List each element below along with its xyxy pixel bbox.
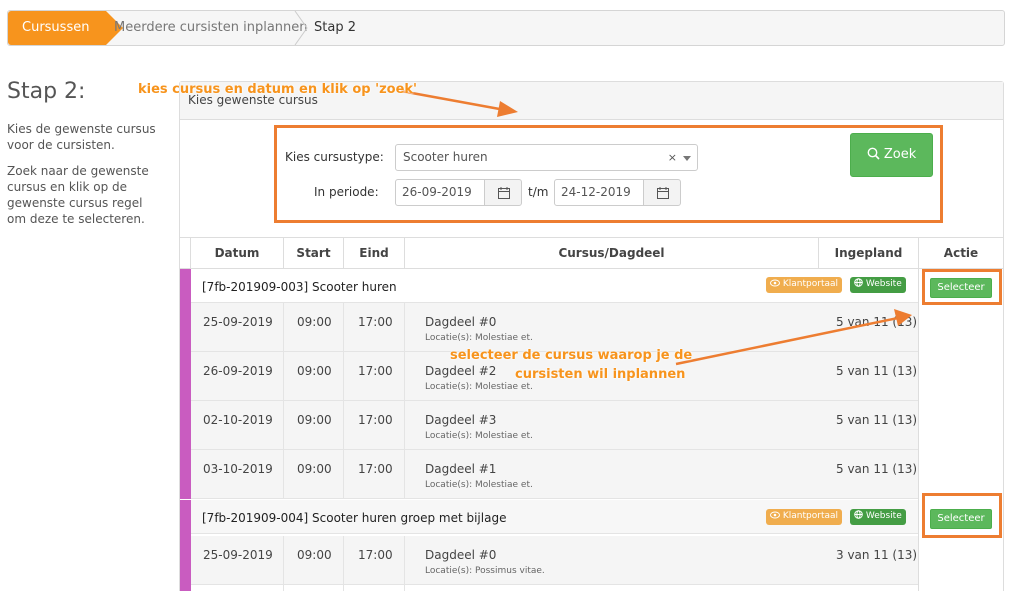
annotation-text-search: kies cursus en datum en klik op 'zoek' <box>138 82 418 97</box>
annotation-text-select-line1: selecteer de cursus waarop je de <box>450 348 693 363</box>
annotation-text-select-line2: cursisten wil inplannen <box>515 367 686 382</box>
